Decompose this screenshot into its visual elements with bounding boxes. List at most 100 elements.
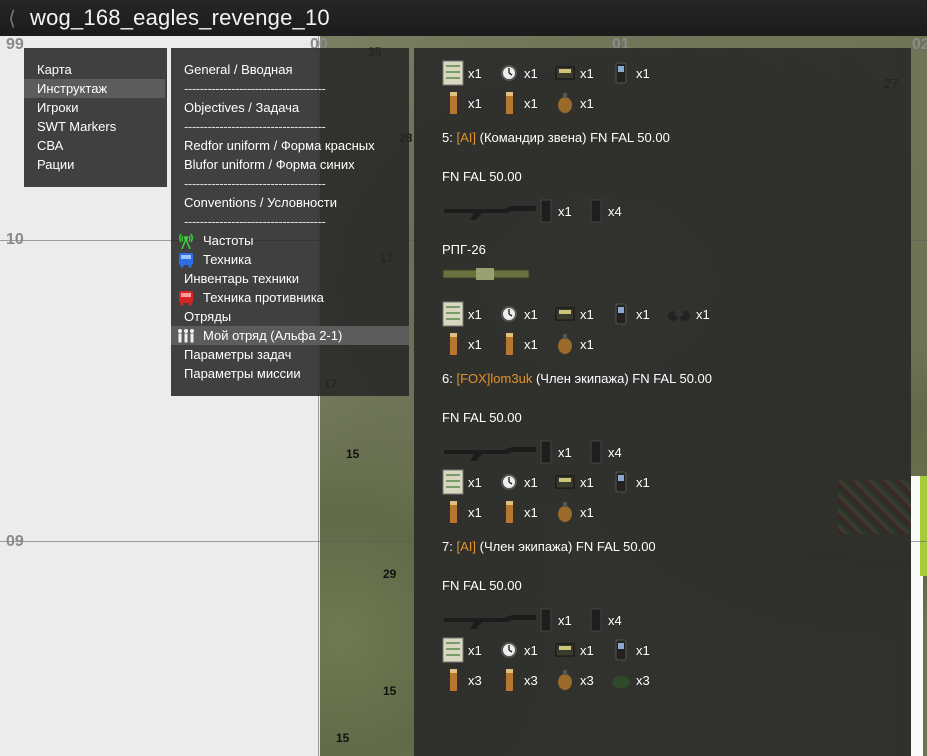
gps-icon xyxy=(615,303,627,325)
topic-vehicles[interactable]: Техника xyxy=(171,250,409,269)
topic-mission-params[interactable]: Параметры миссии xyxy=(171,364,409,383)
menu-item-swt-markers[interactable]: SWT Markers xyxy=(24,117,165,136)
separator: ------------------------------------ xyxy=(184,81,326,96)
back-arrow-icon[interactable]: ⟨ xyxy=(0,0,24,36)
unit-player-tag: [FOX]lom3uk xyxy=(456,371,533,386)
grid-label-02: 02 xyxy=(912,36,927,53)
map-icon xyxy=(442,301,464,327)
menu-item-sva[interactable]: СВА xyxy=(24,136,165,155)
item-quantity: x4 xyxy=(608,444,622,460)
topic-vehicle-inventory[interactable]: Инвентарь техники xyxy=(171,269,409,288)
unit-header: 6: [FOX]lom3uk (Член экипажа) FN FAL 50.… xyxy=(442,369,911,388)
unit-weapon: FN FAL 50.00 xyxy=(442,410,522,425)
item-quantity: x1 xyxy=(636,642,650,658)
unit-weapon: FN FAL 50.00 xyxy=(442,169,522,184)
item-quantity: x1 xyxy=(524,474,538,490)
item-quantity: x1 xyxy=(468,504,482,520)
item-quantity: x1 xyxy=(524,306,538,322)
inventory-row: x1 x1 x1 xyxy=(442,329,911,359)
topic-my-squad[interactable]: Мой отряд (Альфа 2-1) xyxy=(171,326,409,345)
gps-icon xyxy=(615,62,627,84)
topic-general[interactable]: General / Вводная xyxy=(171,60,409,79)
inventory-row: x1 x1 x1 x1 x1 xyxy=(442,299,911,329)
magazine-icon xyxy=(590,440,602,464)
grid-label-10: 10 xyxy=(6,231,24,248)
item-quantity: x1 xyxy=(558,612,572,628)
inventory-item: x1 xyxy=(554,301,604,327)
topic-redfor-uniform[interactable]: Redfor uniform / Форма красных xyxy=(171,136,409,155)
topic-label: Частоты xyxy=(203,233,254,248)
radio-icon xyxy=(555,66,575,80)
menu-item-players[interactable]: Игроки xyxy=(24,98,165,117)
inventory-item: x1 xyxy=(610,60,660,86)
topic-squads[interactable]: Отряды xyxy=(171,307,409,326)
topic-blufor-uniform[interactable]: Blufor uniform / Форма синих xyxy=(171,155,409,174)
item-quantity: x1 xyxy=(696,306,710,322)
item-quantity: x3 xyxy=(468,672,482,688)
antenna-icon xyxy=(177,232,195,249)
inventory-item: x3 xyxy=(442,667,492,693)
topic-label: Мой отряд (Альфа 2-1) xyxy=(203,328,343,343)
menu-item-briefing[interactable]: Инструктаж xyxy=(24,79,165,98)
separator: ------------------------------------ xyxy=(184,119,326,134)
topic-task-params[interactable]: Параметры задач xyxy=(171,345,409,364)
flare-icon xyxy=(506,501,513,523)
topic-conventions[interactable]: Conventions / Условности xyxy=(171,193,409,212)
item-quantity: x1 xyxy=(636,65,650,81)
inventory-row: x1 x1 x1 xyxy=(442,497,911,527)
magazine-icon xyxy=(540,199,552,223)
inventory-item: x1 xyxy=(498,301,548,327)
topic-objectives[interactable]: Objectives / Задача xyxy=(171,98,409,117)
inventory-item: x1 xyxy=(498,469,548,495)
inventory-item: x1 xyxy=(442,499,492,525)
inventory-item: x1 xyxy=(498,637,548,663)
title-bar: ⟨ wog_168_eagles_revenge_10 xyxy=(0,0,927,36)
item-quantity: x1 xyxy=(468,65,482,81)
elevation-label: 15 xyxy=(383,684,397,698)
item-quantity: x1 xyxy=(580,306,594,322)
inventory-item: x1 xyxy=(554,90,604,116)
inventory-item: x1 xyxy=(498,331,548,357)
menu-item-radios[interactable]: Рации xyxy=(24,155,165,174)
grid-label-99: 99 xyxy=(6,36,24,53)
briefing-content-panel[interactable]: ^ x1 x1 x1 x1 x1 x1 x1 5: [AI] (Командир… xyxy=(414,48,911,756)
map-icon xyxy=(442,60,464,86)
briefing-main-menu: Карта Инструктаж Игроки SWT Markers СВА … xyxy=(24,48,167,187)
item-quantity: x3 xyxy=(636,672,650,688)
watch-icon xyxy=(501,306,517,322)
topic-label: Техника xyxy=(203,252,252,267)
unit-role: (Командир звена) FN FAL 50.00 xyxy=(479,130,670,145)
vehicle-icon xyxy=(177,251,195,268)
grenade-icon xyxy=(558,93,572,113)
inventory-item: x3 xyxy=(610,667,660,693)
item-quantity: x3 xyxy=(580,672,594,688)
unit-number: 7: xyxy=(442,539,453,554)
topic-frequencies[interactable]: Частоты xyxy=(171,231,409,250)
unit-player-tag: [AI] xyxy=(456,539,476,554)
item-quantity: x1 xyxy=(580,336,594,352)
topic-enemy-vehicles[interactable]: Техника противника xyxy=(171,288,409,307)
inventory-item: x1 xyxy=(442,60,492,86)
grid-label-09: 09 xyxy=(6,533,24,550)
elevation-label: 29 xyxy=(383,567,397,581)
item-quantity: x1 xyxy=(468,642,482,658)
inventory-item: x1 xyxy=(554,331,604,357)
unit-number: 5: xyxy=(442,130,453,145)
unit-header: 7: [AI] (Член экипажа) FN FAL 50.00 xyxy=(442,537,911,556)
item-quantity: x1 xyxy=(524,642,538,658)
watch-icon xyxy=(501,65,517,81)
magazine-icon xyxy=(540,440,552,464)
magazine-icon xyxy=(590,608,602,632)
inventory-item: x1 xyxy=(538,198,582,224)
inventory-row: x1 x1 x1 x1 xyxy=(442,467,911,497)
enemy-vehicle-icon xyxy=(177,289,195,306)
unit-launcher: РПГ-26 xyxy=(442,242,486,257)
item-quantity: x1 xyxy=(636,474,650,490)
unit-weapon: FN FAL 50.00 xyxy=(442,578,522,593)
inventory-row: x3 x3 x3 x3 xyxy=(442,665,911,695)
inventory-item: x4 xyxy=(588,198,632,224)
item-quantity: x1 xyxy=(524,504,538,520)
menu-item-map[interactable]: Карта xyxy=(24,60,165,79)
inventory-item: x1 xyxy=(498,60,548,86)
item-quantity: x1 xyxy=(524,65,538,81)
